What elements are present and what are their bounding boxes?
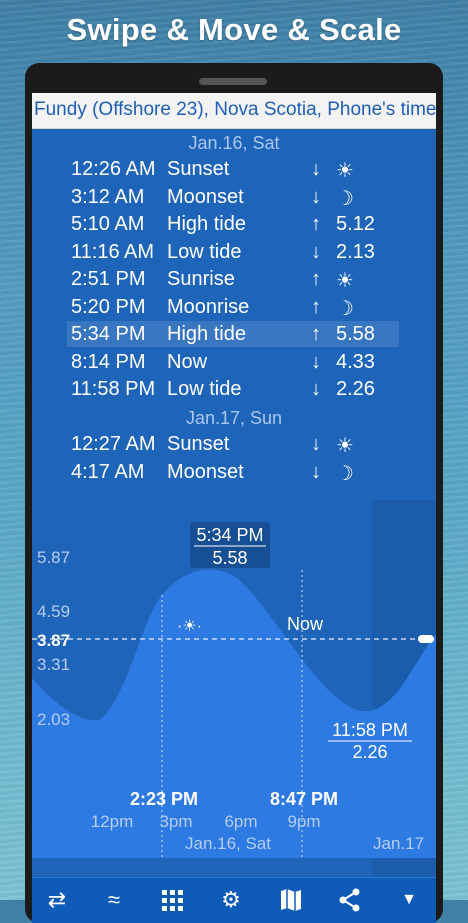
tide-height: 2.13 [336, 241, 375, 263]
gear-icon[interactable]: ⚙ [216, 886, 246, 914]
date-header: Jan.17, Sun [185, 408, 283, 428]
down-arrow-icon: ↓ [311, 186, 321, 208]
up-arrow-icon: ↑ [311, 323, 321, 345]
event-row[interactable]: 4:17 AM Moonset ↓ ☽ [66, 459, 432, 485]
event-name: Low tide [167, 378, 242, 400]
event-name: Sunset [167, 158, 230, 180]
down-arrow-icon: ↓ [311, 378, 321, 400]
moon-icon: ☽ [336, 463, 354, 485]
event-row[interactable]: 11:16 AM Low tide ↓ 2.13 [66, 239, 432, 265]
event-time: 11:16 AM [71, 241, 155, 263]
event-row-highlighted[interactable]: 5:34 PM High tide ↑ 5.58 [67, 321, 399, 347]
x-tick-label: 3pm [159, 812, 192, 831]
chevron-down-icon[interactable]: ▼ [394, 886, 424, 914]
date-header: Jan.16, Sat [188, 133, 280, 153]
event-time: 5:34 PM [71, 323, 146, 345]
grid-icon[interactable] [158, 886, 188, 914]
tide-chart[interactable]: 5.87 4.59 3.87 3.31 2.03 5:34 PM 5.58 No… [32, 500, 436, 885]
y-label-low: 2.03 [37, 710, 70, 729]
high-tide-time: 5:34 PM [196, 525, 263, 545]
sunrise-time-label: 2:23 PM [130, 789, 198, 809]
sun-icon: ☀ [336, 270, 354, 292]
share-icon[interactable] [335, 886, 365, 914]
now-marker[interactable] [418, 635, 434, 643]
map-icon[interactable] [276, 886, 306, 914]
sunset-time-label: 8:47 PM [270, 789, 338, 809]
promo-headline: Swipe & Move & Scale [66, 12, 402, 47]
event-row[interactable]: 11:58 PM Low tide ↓ 2.26 [66, 376, 432, 402]
y-label: 4.59 [37, 602, 70, 621]
event-name: Moonrise [167, 296, 250, 318]
up-arrow-icon: ↑ [311, 213, 321, 235]
event-time: 2:51 PM [71, 268, 146, 290]
sun-icon: ☀ [336, 160, 354, 182]
event-time: 5:20 PM [71, 296, 146, 318]
down-arrow-icon: ↓ [311, 241, 321, 263]
event-name: Now [167, 351, 208, 373]
grid-glyph [162, 890, 183, 911]
high-tide-value: 5.58 [212, 548, 247, 568]
share-glyph [339, 888, 360, 912]
event-time: 11:58 PM [71, 378, 156, 400]
swap-arrows-icon[interactable]: ⇄ [42, 886, 72, 914]
x-tick-label: 6pm [224, 812, 257, 831]
event-name: Low tide [167, 241, 242, 263]
sunrise-marker-icon: ·☀· [177, 618, 202, 635]
y-label-now: 3.87 [37, 631, 70, 650]
event-name: Sunrise [167, 268, 235, 290]
event-time: 5:10 AM [71, 213, 145, 235]
event-time: 3:12 AM [71, 186, 145, 208]
location-title: Fundy (Offshore 23), Nova Scotia, Phone'… [34, 99, 436, 120]
down-arrow-icon: ↓ [311, 351, 321, 373]
tide-height: 5.12 [336, 213, 375, 235]
event-time: 12:26 AM [71, 158, 156, 180]
phone-frame: Fundy (Offshore 23), Nova Scotia, Phone'… [25, 63, 443, 923]
event-time: 8:14 PM [71, 351, 146, 373]
down-arrow-icon: ↓ [311, 158, 321, 180]
event-name: High tide [167, 213, 246, 235]
y-label: 3.31 [37, 655, 70, 674]
event-row[interactable]: 5:10 AM High tide ↑ 5.12 [66, 211, 432, 237]
event-row[interactable]: 3:12 AM Moonset ↓ ☽ [66, 184, 432, 210]
down-arrow-icon: ↓ [311, 433, 321, 455]
bottom-toolbar: ⇄ ≈ ⚙ ▼ [32, 877, 436, 923]
tide-events-list[interactable]: Jan.16, Sat 12:26 AM Sunset ↓ ☀ 3:12 AM … [32, 129, 436, 501]
x-tick-label: 12pm [91, 812, 134, 831]
sun-icon: ☀ [336, 435, 354, 457]
event-name: Moonset [167, 461, 244, 483]
down-arrow-icon: ↓ [311, 461, 321, 483]
location-bar[interactable]: Fundy (Offshore 23), Nova Scotia, Phone'… [32, 93, 436, 129]
tide-height: 5.58 [336, 323, 375, 345]
waves-icon[interactable]: ≈ [99, 886, 129, 914]
event-name: High tide [167, 323, 246, 345]
tide-height: 2.26 [336, 378, 375, 400]
moon-icon: ☽ [336, 188, 354, 210]
low-tide-time: 11:58 PM [332, 720, 408, 740]
chart-date-label: Jan.16, Sat [185, 834, 271, 853]
event-row[interactable]: 12:27 AM Sunset ↓ ☀ [66, 431, 432, 457]
event-name: Sunset [167, 433, 230, 455]
event-row[interactable]: 12:26 AM Sunset ↓ ☀ [66, 156, 432, 182]
low-tide-value: 2.26 [352, 742, 387, 762]
event-name: Moonset [167, 186, 244, 208]
event-row[interactable]: 5:20 PM Moonrise ↑ ☽ [66, 294, 432, 320]
event-row[interactable]: 8:14 PM Now ↓ 4.33 [66, 349, 432, 375]
event-time: 4:17 AM [71, 461, 145, 483]
up-arrow-icon: ↑ [311, 268, 321, 290]
event-row[interactable]: 2:51 PM Sunrise ↑ ☀ [66, 266, 432, 292]
event-time: 12:27 AM [71, 433, 156, 455]
now-label: Now [287, 614, 324, 634]
x-tick-label: 9pm [287, 812, 320, 831]
up-arrow-icon: ↑ [311, 296, 321, 318]
chart-next-date-label: Jan.17 [373, 834, 424, 853]
y-label-high: 5.87 [37, 548, 70, 567]
map-glyph [281, 889, 301, 911]
app-screen: Fundy (Offshore 23), Nova Scotia, Phone'… [32, 93, 436, 923]
moon-icon: ☽ [336, 298, 354, 320]
tide-height: 4.33 [336, 351, 375, 373]
phone-speaker [199, 78, 267, 85]
